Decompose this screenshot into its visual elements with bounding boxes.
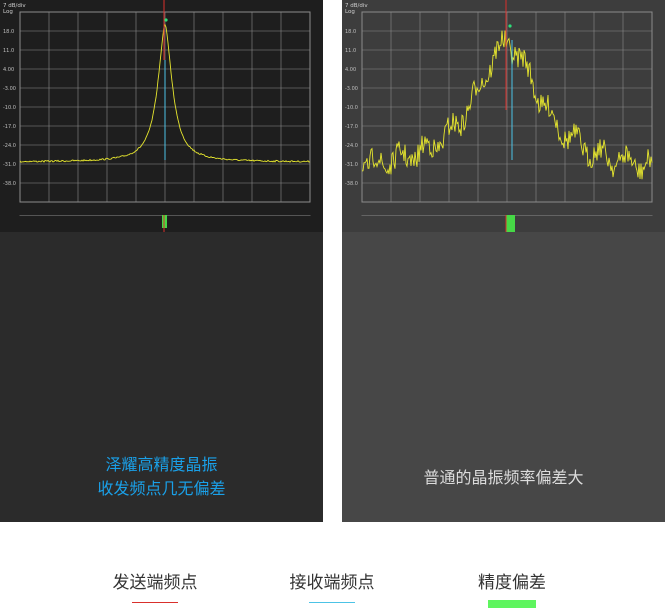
tick-label: 18.0 bbox=[345, 29, 356, 35]
legend-receive-label: 接收端频点 bbox=[289, 573, 375, 593]
precise-crystal-panel: 6 dB/divLog19.013.07.001.00-5.0-11.0-17.… bbox=[0, 0, 323, 522]
legend-transmit-label: 发送端频点 bbox=[112, 573, 198, 593]
legend-transmit-swatch bbox=[132, 602, 178, 603]
tick-label: -10.0 bbox=[3, 105, 16, 111]
tick-label: -38.0 bbox=[345, 181, 358, 187]
precise-crystal-caption: 泽耀高精度晶振 收发频点几无偏差 bbox=[0, 453, 323, 501]
caption-line-1: 泽耀高精度晶振 bbox=[105, 455, 218, 474]
tick-label: -3.00 bbox=[3, 86, 16, 92]
tick-label: -31.0 bbox=[345, 162, 358, 168]
ordinary-crystal-panel: 6 dB/divLog20.014.08.002.00-4.00-10.0-16… bbox=[342, 0, 665, 522]
tick-label: 11.0 bbox=[345, 48, 356, 54]
tick-label: 18.0 bbox=[3, 29, 14, 35]
tick-label: -31.0 bbox=[3, 162, 16, 168]
ordinary-crystal-caption: 普通的晶振频率偏差大 bbox=[423, 468, 584, 487]
caption-line-2: 收发频点几无偏差 bbox=[97, 479, 226, 498]
legend-deviation-swatch bbox=[488, 600, 536, 608]
tick-label: -17.0 bbox=[345, 124, 358, 130]
tick-label: -10.0 bbox=[345, 105, 358, 111]
tick-label: -3.00 bbox=[345, 86, 358, 92]
tick-label: -24.0 bbox=[3, 143, 16, 149]
spectrum-screen-bottom-left: 7 dB/div Log 18.0 11.0 4.00 -3.00 -10.0 -17.0 -2… bbox=[0, 0, 323, 215]
tick-label: 4.00 bbox=[3, 67, 14, 73]
legend-receive-swatch bbox=[309, 602, 355, 603]
tick-label: 11.0 bbox=[3, 48, 14, 54]
mode-label: Log bbox=[3, 9, 13, 15]
spectrum-screen-bottom-right: 7 dB/div Log 18.0 11.0 4.00 -3.00 -10.0 -17.0 -2… bbox=[342, 0, 665, 215]
tick-label: -38.0 bbox=[3, 181, 16, 187]
legend-receive: 接收端频点 bbox=[262, 568, 402, 603]
peak-marker-icon bbox=[164, 18, 168, 22]
mode-label: Log bbox=[345, 9, 355, 15]
tick-label: -24.0 bbox=[345, 143, 358, 149]
peak-marker-icon bbox=[508, 24, 512, 28]
legend-deviation-label: 精度偏差 bbox=[478, 573, 546, 593]
legend-deviation: 精度偏差 bbox=[442, 568, 582, 608]
tick-label: -17.0 bbox=[3, 124, 16, 130]
legend-transmit: 发送端频点 bbox=[85, 568, 225, 603]
tick-label: 4.00 bbox=[345, 67, 356, 73]
